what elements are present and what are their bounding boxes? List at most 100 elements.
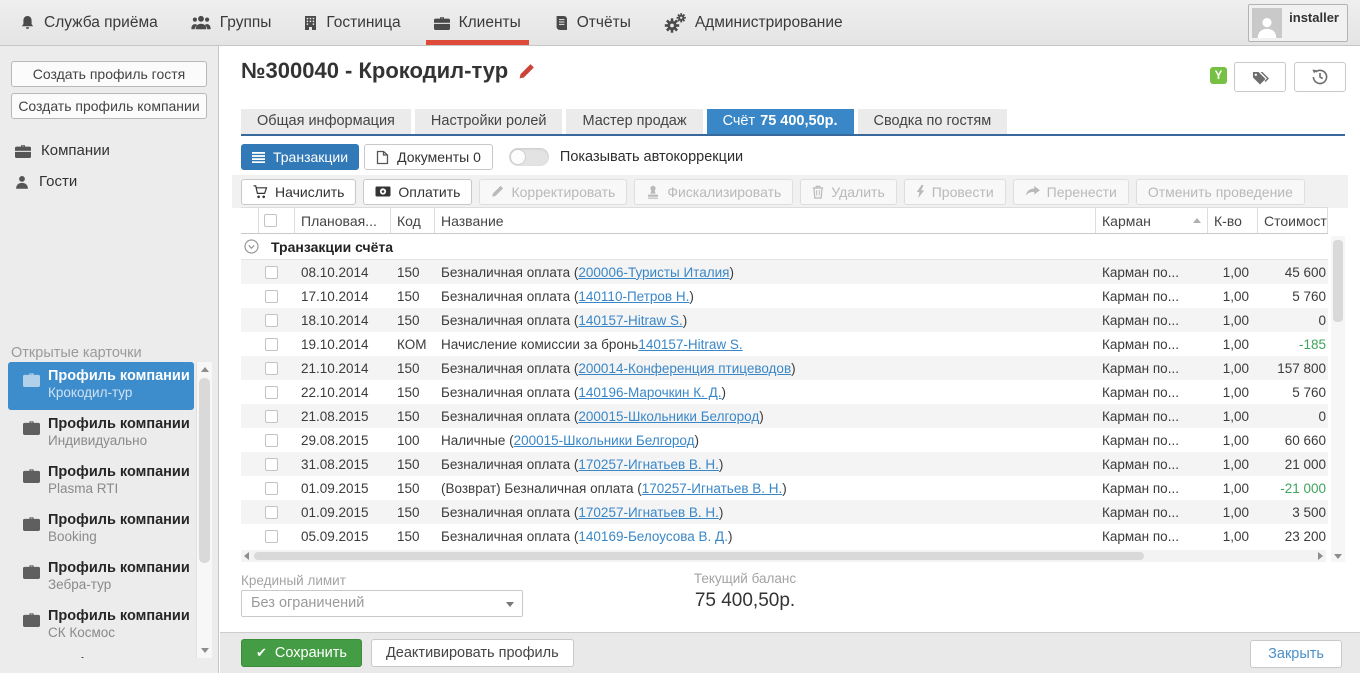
table-row[interactable]: 17.10.2014 150 Безналичная оплата (14011… xyxy=(241,284,1328,308)
charge-button[interactable]: Начислить xyxy=(241,179,356,205)
transaction-link[interactable]: 200014-Конференция птицеводов xyxy=(578,361,791,376)
user-box[interactable]: installer xyxy=(1248,4,1348,42)
open-card-subtitle: Крокодил-тур xyxy=(48,385,190,400)
table-row[interactable]: 18.10.2014 150 Безналичная оплата (14015… xyxy=(241,308,1328,332)
sidebar-item-guests[interactable]: Гости xyxy=(0,166,218,197)
row-checkbox[interactable] xyxy=(265,482,278,495)
collapse-icon[interactable] xyxy=(244,239,259,254)
cell-code: 150 xyxy=(391,356,435,380)
row-checkbox[interactable] xyxy=(265,338,278,351)
transaction-link[interactable]: 200015-Школьники Белгород xyxy=(578,409,759,424)
row-checkbox[interactable] xyxy=(265,530,278,543)
select-all-checkbox[interactable] xyxy=(264,214,277,227)
column-header-name[interactable]: Название xyxy=(435,208,1096,233)
cell-code: 150 xyxy=(391,308,435,332)
cancel-posting-button[interactable]: Отменить проведение xyxy=(1136,179,1305,205)
edit-title-pencil-icon[interactable] xyxy=(518,63,535,80)
table-row[interactable]: 31.08.2015 150 Безналичная оплата (17025… xyxy=(241,452,1328,476)
nav-item-reports[interactable]: Отчёты xyxy=(554,0,631,45)
tab[interactable]: Счёт 75 400,50р. xyxy=(707,109,854,134)
table-row[interactable]: 22.10.2014 150 Безналичная оплата (14019… xyxy=(241,380,1328,404)
subtab-documents[interactable]: Документы 0 xyxy=(364,144,493,170)
scrollbar-thumb[interactable] xyxy=(1333,240,1343,322)
credit-limit-select[interactable]: Без ограничений xyxy=(241,590,523,617)
transaction-link[interactable]: 140196-Марочкин К. Д. xyxy=(578,385,721,400)
row-checkbox[interactable] xyxy=(265,410,278,423)
save-button[interactable]: ✔ Сохранить xyxy=(241,639,362,667)
scrollbar-thumb[interactable] xyxy=(199,378,210,563)
transaction-link[interactable]: 170257-Игнатьев В. Н. xyxy=(578,505,719,520)
nav-item-reception[interactable]: Служба приёма xyxy=(20,0,158,45)
row-checkbox[interactable] xyxy=(265,506,278,519)
transaction-link[interactable]: 140157-Hitraw S. xyxy=(578,313,682,328)
open-card[interactable]: Профиль компании СК Космос xyxy=(8,602,194,650)
row-checkbox[interactable] xyxy=(265,362,278,375)
transaction-link[interactable]: 140157-Hitraw S. xyxy=(638,337,742,352)
scrollbar-thumb[interactable] xyxy=(254,552,1144,560)
nav-label: Группы xyxy=(220,14,272,32)
tab[interactable]: Общая информация xyxy=(241,109,411,134)
transaction-link[interactable]: 170257-Игнатьев В. Н. xyxy=(578,457,719,472)
post-button[interactable]: Провести xyxy=(904,179,1006,205)
row-checkbox[interactable] xyxy=(265,290,278,303)
create-guest-profile-button[interactable]: Создать профиль гостя xyxy=(11,61,207,87)
autocorrections-toggle[interactable] xyxy=(509,148,549,166)
open-card[interactable]: Профиль компании Зебра-тур xyxy=(8,554,194,602)
pay-button[interactable]: Оплатить xyxy=(363,179,472,205)
cell-pocket: Карман по... xyxy=(1096,452,1208,476)
table-row[interactable]: 21.10.2014 150 Безналичная оплата (20001… xyxy=(241,356,1328,380)
row-checkbox[interactable] xyxy=(265,434,278,447)
correct-button[interactable]: Корректировать xyxy=(479,179,627,205)
row-checkbox[interactable] xyxy=(265,458,278,471)
row-checkbox[interactable] xyxy=(265,386,278,399)
nav-item-clients[interactable]: Клиенты xyxy=(434,0,521,45)
fiscalize-button[interactable]: Фискализировать xyxy=(634,179,793,205)
cell-qty: 1,00 xyxy=(1208,524,1258,548)
delete-button[interactable]: Удалить xyxy=(800,179,896,205)
vertical-scrollbar[interactable] xyxy=(1331,236,1345,562)
horizontal-scrollbar[interactable] xyxy=(241,550,1326,562)
sidebar-scrollbar[interactable] xyxy=(196,362,212,658)
tags-button[interactable] xyxy=(1234,62,1286,92)
group-row[interactable]: Транзакции счёта xyxy=(241,234,1328,260)
subtab-transactions[interactable]: Транзакции xyxy=(241,144,359,170)
table-row[interactable]: 01.09.2015 150 Безналичная оплата (17025… xyxy=(241,500,1328,524)
transfer-button[interactable]: Перенести xyxy=(1013,179,1129,205)
nav-item-groups[interactable]: Группы xyxy=(191,0,272,45)
table-row[interactable]: 29.08.2015 100 Наличные (200015-Школьник… xyxy=(241,428,1328,452)
tab[interactable]: Настройки ролей xyxy=(415,109,563,134)
table-row[interactable]: 19.10.2014 КОМ Начисление комиссии за бр… xyxy=(241,332,1328,356)
column-header-pocket[interactable]: Карман xyxy=(1096,208,1208,233)
transaction-link[interactable]: 140169-Белоусова В. Д. xyxy=(578,529,728,544)
transaction-link[interactable]: 200015-Школьники Белгород xyxy=(514,433,695,448)
open-card[interactable]: Профиль компании Крокодил-тур xyxy=(8,362,194,410)
column-header-planned[interactable]: Плановая... xyxy=(295,208,391,233)
cell-pocket: Карман по... xyxy=(1096,332,1208,356)
open-card[interactable]: Профиль компании Booking xyxy=(8,506,194,554)
tab[interactable]: Сводка по гостям xyxy=(858,109,1008,134)
create-company-profile-button[interactable]: Создать профиль компании xyxy=(11,93,207,119)
column-header-qty[interactable]: К-во xyxy=(1208,208,1258,233)
transaction-link[interactable]: 140110-Петров Н. xyxy=(578,289,689,304)
open-card[interactable]: Профиль компании Индивидуально xyxy=(8,410,194,458)
history-button[interactable] xyxy=(1294,62,1346,92)
row-checkbox[interactable] xyxy=(265,266,278,279)
open-card[interactable]: Профиль компании Plasma RTI xyxy=(8,458,194,506)
nav-item-hotel[interactable]: Гостиница xyxy=(304,0,400,45)
table-row[interactable]: 21.08.2015 150 Безналичная оплата (20001… xyxy=(241,404,1328,428)
deactivate-profile-button[interactable]: Деактивировать профиль xyxy=(371,639,574,667)
column-header-cost[interactable]: Стоимость xyxy=(1258,208,1328,233)
transaction-link[interactable]: 200006-Туристы Италия xyxy=(578,265,729,280)
open-card[interactable]: Профиль компании xyxy=(8,650,194,658)
tab[interactable]: Мастер продаж xyxy=(566,109,702,134)
table-row[interactable]: 01.09.2015 150 (Возврат) Безналичная опл… xyxy=(241,476,1328,500)
table-row[interactable]: 08.10.2014 150 Безналичная оплата (20000… xyxy=(241,260,1328,284)
sidebar-item-companies[interactable]: Компании xyxy=(0,135,218,166)
row-checkbox[interactable] xyxy=(265,314,278,327)
transaction-link[interactable]: 170257-Игнатьев В. Н. xyxy=(642,481,783,496)
column-header-code[interactable]: Код xyxy=(391,208,435,233)
close-button[interactable]: Закрыть xyxy=(1250,640,1342,668)
table-row[interactable]: 05.09.2015 150 Безналичная оплата (14016… xyxy=(241,524,1328,548)
tab-label: Настройки ролей xyxy=(431,113,547,129)
nav-item-administration[interactable]: Администрирование xyxy=(664,0,843,45)
